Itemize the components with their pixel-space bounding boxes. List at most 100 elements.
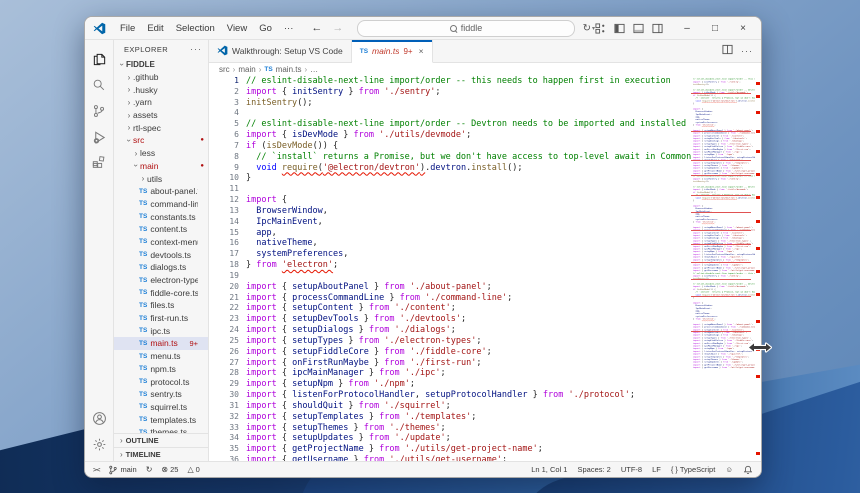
tab-walkthrough-setup-vs-code[interactable]: Walkthrough: Setup VS Code <box>209 40 352 62</box>
breadcrumb-item[interactable]: … <box>310 65 318 74</box>
desktop: FileEditSelectionViewGo··· ← → fiddle ↻▾… <box>0 0 860 493</box>
tree-item-files.ts[interactable]: TSfiles.ts <box>114 299 208 312</box>
tree-item-main.ts[interactable]: TSmain.ts9+ <box>114 337 208 350</box>
tree-item-npm.ts[interactable]: TSnpm.ts <box>114 363 208 376</box>
breadcrumb-item[interactable]: src <box>219 65 230 74</box>
menu-file[interactable]: File <box>114 21 141 36</box>
status-lf[interactable]: LF <box>652 465 661 474</box>
tree-item-command-line.ts[interactable]: TScommand-line.ts <box>114 198 208 211</box>
tab-main-ts[interactable]: TSmain.ts9+× <box>352 40 433 63</box>
command-center-search[interactable]: fiddle <box>357 20 574 37</box>
source-control-icon[interactable] <box>87 98 111 124</box>
tree-item-assets[interactable]: ›assets <box>114 109 208 122</box>
tree-item-first-run.ts[interactable]: TSfirst-run.ts <box>114 312 208 325</box>
status-warning[interactable]: △0 <box>187 465 199 474</box>
tree-item-sentry.ts[interactable]: TSsentry.ts <box>114 388 208 401</box>
tree-item-src[interactable]: ›src● <box>114 134 208 147</box>
toggle-secondary-sidebar-icon[interactable] <box>652 23 663 34</box>
menu-[interactable]: ··· <box>278 21 300 36</box>
tree-item-templates.ts[interactable]: TStemplates.ts <box>114 413 208 426</box>
tree-item-constants.ts[interactable]: TSconstants.ts <box>114 210 208 223</box>
tree-item-less[interactable]: ›less <box>114 147 208 160</box>
sync-button[interactable]: ↻▾ <box>583 23 595 34</box>
customize-layout-icon[interactable] <box>595 23 606 34</box>
nav-forward-button[interactable]: → <box>332 22 343 34</box>
status-remote[interactable]: >< <box>93 466 99 474</box>
code-content[interactable]: // eslint-disable-next-line import/order… <box>246 76 691 461</box>
nav-back-button[interactable]: ← <box>311 22 322 34</box>
editor-more-actions-icon[interactable]: ··· <box>741 46 753 56</box>
toggle-panel-icon[interactable] <box>633 23 644 34</box>
extensions-icon[interactable] <box>87 150 111 176</box>
chevron-right-icon: › <box>125 85 133 94</box>
maximize-button[interactable]: □ <box>701 18 729 38</box>
tree-item-.husky[interactable]: ›.husky <box>114 83 208 96</box>
account-icon[interactable] <box>87 405 111 431</box>
settings-icon[interactable] <box>87 431 111 457</box>
tree-item-devtools.ts[interactable]: TSdevtools.ts <box>114 248 208 261</box>
warning-icon: △ <box>187 465 193 474</box>
tree-item-dialogs.ts[interactable]: TSdialogs.ts <box>114 261 208 274</box>
tree-item-rtl-spec[interactable]: ›rtl-spec <box>114 121 208 134</box>
split-editor-icon[interactable] <box>722 42 733 60</box>
timeline-label: TIMELINE <box>126 450 161 459</box>
tree-item-themes.ts[interactable]: TSthemes.ts <box>114 426 208 433</box>
tree-item-context-menu.ts[interactable]: TScontext-menu.ts <box>114 236 208 249</box>
line-number-gutter: 1234567891011121314151617181920212223242… <box>209 76 246 461</box>
branch-icon <box>108 465 118 475</box>
search-icon[interactable] <box>87 72 111 98</box>
bell-icon[interactable] <box>743 465 753 475</box>
status-error[interactable]: ⊗25 <box>161 465 178 474</box>
error-count-badge: 9+ <box>189 339 198 348</box>
chevron-right-icon: › <box>125 73 133 82</box>
status-spaces-2[interactable]: Spaces: 2 <box>577 465 610 474</box>
close-tab-icon[interactable]: × <box>419 46 424 56</box>
error-icon: ⊗ <box>161 465 168 474</box>
tree-item-electron-types.ts[interactable]: TSelectron-types.ts <box>114 274 208 287</box>
sync-icon: ↻ <box>146 465 153 474</box>
minimize-button[interactable]: – <box>673 18 701 38</box>
timeline-section[interactable]: › TIMELINE <box>114 447 208 461</box>
tree-item-label: menu.ts <box>150 351 180 361</box>
run-debug-icon[interactable] <box>87 124 111 150</box>
status--typescript[interactable]: { } TypeScript <box>671 465 715 474</box>
typescript-file-icon: TS <box>139 226 147 233</box>
minimap-error-line <box>691 244 751 245</box>
status-utf-8[interactable]: UTF-8 <box>621 465 642 474</box>
overview-ruler-error-mark <box>756 111 760 114</box>
code-editor[interactable]: 1234567891011121314151617181920212223242… <box>209 76 761 461</box>
tree-item-protocol.ts[interactable]: TSprotocol.ts <box>114 375 208 388</box>
typescript-file-icon: TS <box>139 327 147 334</box>
overview-ruler[interactable] <box>755 76 761 461</box>
tree-item-utils[interactable]: ›utils <box>114 172 208 185</box>
editor-group: Walkthrough: Setup VS CodeTSmain.ts9+× ·… <box>209 40 761 461</box>
toggle-primary-sidebar-icon[interactable] <box>614 23 625 34</box>
breadcrumb-item[interactable]: main <box>238 65 255 74</box>
status-sync[interactable]: ↻ <box>146 465 153 474</box>
tree-item-fiddle-core.ts[interactable]: TSfiddle-core.ts <box>114 286 208 299</box>
tree-item-main[interactable]: ›main● <box>114 160 208 173</box>
close-button[interactable]: × <box>729 18 757 38</box>
menu-view[interactable]: View <box>221 21 253 36</box>
explorer-more-actions-icon[interactable]: ··· <box>190 44 202 54</box>
breadcrumb-item[interactable]: main.ts <box>276 65 302 74</box>
tree-item-menu.ts[interactable]: TSmenu.ts <box>114 350 208 363</box>
tree-item-fiddle[interactable]: ›FIDDLE <box>114 58 208 71</box>
menu-edit[interactable]: Edit <box>141 21 169 36</box>
minimap[interactable]: // eslint-disable-next-line import/order… <box>691 76 755 461</box>
tree-item-ipc.ts[interactable]: TSipc.ts <box>114 324 208 337</box>
status-ln-1-col-1[interactable]: Ln 1, Col 1 <box>531 465 567 474</box>
tree-item-content.ts[interactable]: TScontent.ts <box>114 223 208 236</box>
modified-dot-badge: ● <box>200 163 204 169</box>
tree-item-about-panel.ts[interactable]: TSabout-panel.ts <box>114 185 208 198</box>
tree-item-squirrel.ts[interactable]: TSsquirrel.ts <box>114 401 208 414</box>
menu-selection[interactable]: Selection <box>170 21 221 36</box>
menu-go[interactable]: Go <box>253 21 278 36</box>
status-branch[interactable]: main <box>108 465 136 475</box>
tree-item-label: about-panel.ts <box>150 186 198 196</box>
tree-item-.github[interactable]: ›.github <box>114 71 208 84</box>
explorer-icon[interactable] <box>87 46 111 72</box>
tree-item-.yarn[interactable]: ›.yarn <box>114 96 208 109</box>
feedback-icon[interactable]: ☺ <box>725 465 733 474</box>
outline-section[interactable]: › OUTLINE <box>114 433 208 447</box>
